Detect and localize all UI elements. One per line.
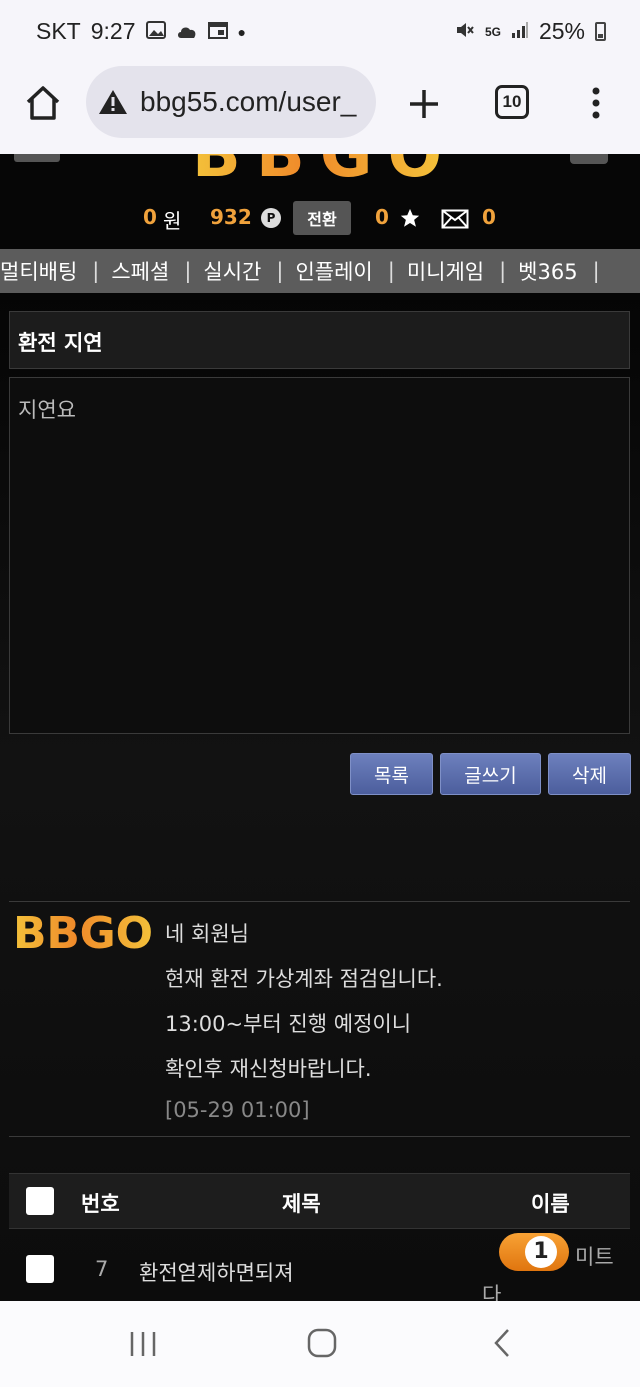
home-icon (26, 86, 60, 120)
write-button[interactable]: 글쓰기 (440, 753, 541, 795)
row-checkbox[interactable] (26, 1255, 54, 1283)
reply-timestamp: [05-29 01:00] (165, 1098, 310, 1122)
gallery-icon (145, 18, 166, 45)
back-icon (494, 1329, 509, 1357)
post-title: 환전 지연 (18, 331, 103, 355)
clock: 9:27 (90, 18, 136, 44)
address-bar[interactable]: bbg55.com/user_ (86, 66, 376, 138)
points-icon: P (261, 208, 281, 228)
board-view: 환전 지연 지연요 목록 글쓰기 삭제 BBGO 네 회원님 현재 환전 가상계… (0, 293, 640, 1307)
nav-separator: | (184, 259, 192, 283)
more-vert-icon (592, 87, 600, 119)
reply-line: 13:00~부터 진행 예정이니 (165, 1012, 412, 1036)
reply-line: 확인후 재신청바랍니다. (165, 1057, 372, 1081)
reply-line: 네 회원님 (165, 922, 249, 946)
messages-value: 0 (482, 205, 496, 229)
site-logo[interactable]: BBGO (192, 154, 444, 180)
plus-icon (410, 90, 438, 118)
nav-separator: | (592, 259, 600, 283)
recents-button[interactable] (128, 1329, 158, 1363)
battery-level: 25% (538, 18, 585, 44)
nav-separator: | (387, 259, 395, 283)
svg-text:BBGO: BBGO (192, 154, 442, 180)
nav-item-bet365[interactable]: 벳365 (518, 256, 584, 286)
home-button[interactable] (22, 82, 64, 124)
table-header: 번호 제목 이름 (9, 1173, 630, 1229)
overflow-menu-button[interactable] (586, 86, 606, 120)
main-nav: 멀티배팅 | 스페셜 | 실시간 | 인플레이 | 미니게임 | 벳365 | (0, 249, 640, 293)
site-header: BBGO 0 원 932 P 전환 0 0 (0, 154, 640, 249)
new-tab-button[interactable] (404, 84, 444, 124)
svg-text:BBGO: BBGO (13, 908, 153, 954)
status-bar: SKT 9:27 ● 5G 25% (0, 0, 640, 66)
reply-logo: BBGO (13, 908, 155, 959)
row-title[interactable]: 환전엳제하면되져 (139, 1257, 294, 1287)
android-nav-bar (0, 1301, 640, 1387)
menu-button[interactable] (14, 154, 60, 162)
reply-line: 현재 환전 가상계좌 점검입니다. (165, 967, 443, 991)
select-all-checkbox[interactable] (26, 1187, 54, 1215)
nav-separator: | (92, 259, 100, 283)
list-button[interactable]: 목록 (350, 753, 433, 795)
column-name: 이름 (531, 1192, 570, 1216)
column-title: 제목 (282, 1192, 321, 1216)
row-number: 7 (95, 1257, 109, 1281)
browser-toolbar: bbg55.com/user_ 10 (0, 66, 640, 154)
balance-unit: 원 (163, 209, 182, 233)
nav-item-live[interactable]: 실시간 (203, 256, 268, 286)
star-icon[interactable] (399, 207, 421, 234)
delete-button[interactable]: 삭제 (548, 753, 631, 795)
level-number: 1 (525, 1236, 557, 1268)
nav-separator: | (276, 259, 284, 283)
nav-separator: | (499, 259, 507, 283)
convert-button[interactable]: 전환 (293, 201, 351, 235)
points-value: 932 (210, 205, 252, 229)
column-number: 번호 (81, 1192, 120, 1216)
signal-icon (511, 18, 529, 45)
network-type: 5G (484, 24, 501, 39)
warning-icon (99, 90, 127, 114)
level-badge: 1 (499, 1233, 569, 1271)
stars-value: 0 (375, 205, 389, 229)
mute-icon (455, 18, 475, 45)
back-button[interactable] (488, 1327, 518, 1363)
url-text: bbg55.com/user_ (140, 86, 357, 117)
cloud-icon (176, 18, 198, 45)
recents-icon (130, 1332, 156, 1356)
balance-value: 0 (143, 205, 157, 229)
table-row[interactable]: 7 환전엳제하면되져 1 미트 다 (9, 1229, 630, 1307)
row-author: 미트 (575, 1245, 614, 1269)
nav-item-inplay[interactable]: 인플레이 (295, 256, 379, 286)
dot-icon: ● (237, 23, 246, 40)
mail-icon[interactable] (441, 209, 469, 234)
admin-reply: BBGO 네 회원님 현재 환전 가상계좌 점검입니다. 13:00~부터 진행… (9, 901, 630, 1137)
tab-switcher-button[interactable]: 10 (495, 85, 529, 119)
calendar-icon (207, 18, 228, 45)
nav-item-multi[interactable]: 멀티배팅 (0, 256, 84, 286)
nav-item-minigame[interactable]: 미니게임 (407, 256, 491, 286)
post-title-box: 환전 지연 (9, 311, 630, 369)
post-body: 지연요 (18, 398, 76, 422)
carrier-label: SKT (36, 18, 81, 44)
home-nav-button[interactable] (306, 1327, 338, 1363)
nav-item-special[interactable]: 스페셜 (111, 256, 176, 286)
user-button[interactable] (570, 154, 608, 164)
post-body-box: 지연요 (9, 377, 630, 734)
battery-icon (595, 22, 606, 41)
home-circle-icon (307, 1328, 337, 1358)
